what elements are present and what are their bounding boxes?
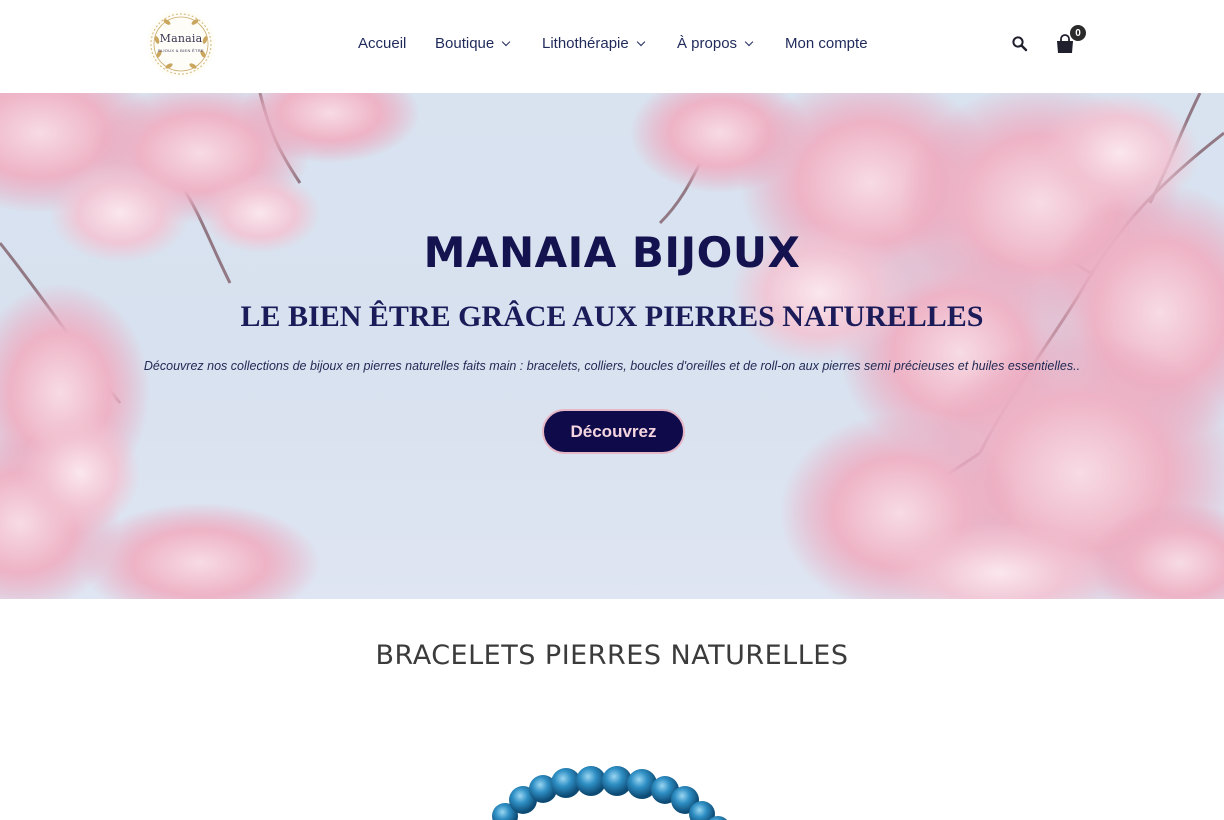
chevron-down-icon <box>636 37 645 47</box>
nav-item-label: Mon compte <box>785 35 868 52</box>
chevron-down-icon <box>744 37 754 47</box>
hero-banner: MANAIA BIJOUX LE BIEN ÊTRE GRÂCE AUX PIE… <box>0 93 1224 599</box>
nav-item-label: Lithothérapie <box>542 35 629 52</box>
hero-content: MANAIA BIJOUX LE BIEN ÊTRE GRÂCE AUX PIE… <box>0 93 1224 599</box>
nav-item-label: Boutique <box>435 35 495 52</box>
search-icon[interactable] <box>1011 35 1029 53</box>
nav-item-lithotherapie[interactable]: Lithothérapie <box>542 35 645 52</box>
nav-item-label: À propos <box>677 35 738 52</box>
logo-name: Manaia <box>159 32 203 45</box>
bracelet-product-image[interactable] <box>480 756 750 820</box>
site-logo[interactable]: Manaia BIJOUX & BIEN ÊTRE <box>147 10 215 78</box>
nav-item-mon-compte[interactable]: Mon compte <box>785 35 868 52</box>
nav-item-label: Accueil <box>358 35 407 52</box>
site-header: Manaia BIJOUX & BIEN ÊTRE Accueil Boutiq… <box>0 0 1224 93</box>
hero-description: Découvrez nos collections de bijoux en p… <box>143 359 1081 373</box>
nav-item-a-propos[interactable]: À propos <box>677 35 754 52</box>
nav-item-boutique[interactable]: Boutique <box>435 35 511 52</box>
cart-count-badge: 0 <box>1069 24 1087 42</box>
hero-title: MANAIA BIJOUX <box>423 228 801 277</box>
chevron-down-icon <box>501 37 511 47</box>
nav-item-accueil[interactable]: Accueil <box>358 35 406 52</box>
discover-button[interactable]: Découvrez <box>542 409 685 454</box>
logo-tagline: BIJOUX & BIEN ÊTRE <box>158 48 204 53</box>
section-title: BRACELETS PIERRES NATURELLES <box>375 640 849 671</box>
hero-subtitle: LE BIEN ÊTRE GRÂCE AUX PIERRES NATURELLE… <box>240 300 984 333</box>
